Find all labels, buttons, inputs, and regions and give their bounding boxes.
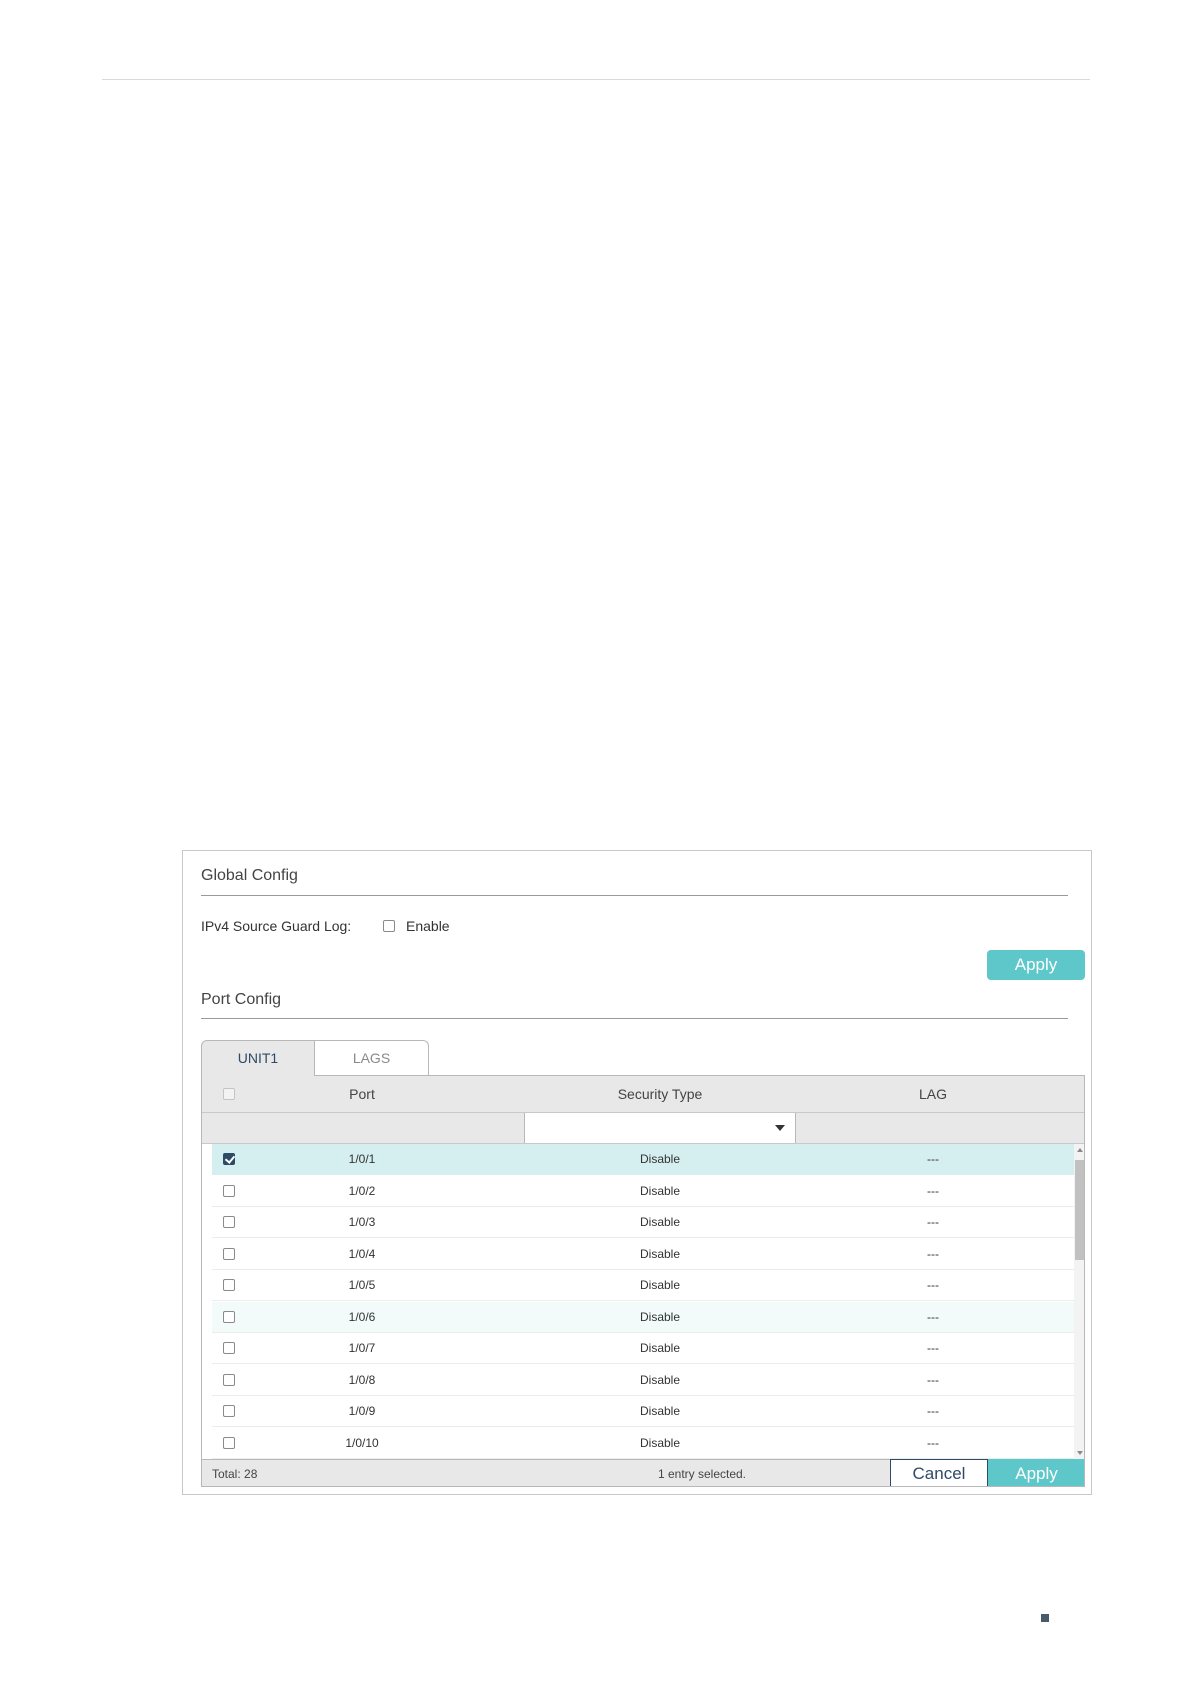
scroll-up-icon[interactable] bbox=[1077, 1148, 1083, 1152]
row-checkbox[interactable] bbox=[223, 1216, 235, 1228]
security-type-cell: Disable bbox=[639, 1435, 681, 1450]
table-row[interactable]: 1/0/6 Disable --- bbox=[212, 1301, 1074, 1333]
global-config-divider bbox=[201, 895, 1068, 896]
port-cell: 1/0/7 bbox=[348, 1341, 376, 1355]
lag-cell: --- bbox=[927, 1278, 939, 1292]
row-checkbox[interactable] bbox=[223, 1279, 235, 1291]
log-enable-checkbox[interactable] bbox=[383, 920, 395, 932]
row-checkbox[interactable] bbox=[223, 1247, 235, 1260]
scroll-down-icon[interactable] bbox=[1077, 1451, 1083, 1455]
table-scrollbar[interactable] bbox=[1074, 1144, 1084, 1459]
column-header-port: Port bbox=[349, 1086, 375, 1102]
table-body: 1/0/1 Disable --- 1/0/2 Disable --- 1/0/3 Disab… bbox=[212, 1144, 1074, 1459]
security-type-cell: Disable bbox=[639, 1309, 681, 1324]
security-type-cell: Disable bbox=[639, 1215, 681, 1229]
table-footer: Total: 28 1 entry selected. Cancel Apply bbox=[202, 1459, 1084, 1486]
row-checkbox[interactable] bbox=[223, 1405, 235, 1417]
port-cell: 1/0/2 bbox=[348, 1183, 376, 1198]
security-type-cell: Disable bbox=[639, 1372, 681, 1387]
lag-cell: --- bbox=[927, 1372, 939, 1387]
row-checkbox[interactable] bbox=[223, 1310, 235, 1323]
security-type-cell: Disable bbox=[639, 1404, 681, 1418]
security-type-cell: Disable bbox=[639, 1183, 681, 1198]
port-config-title: Port Config bbox=[201, 991, 282, 1008]
lag-cell: --- bbox=[927, 1215, 939, 1229]
table-row[interactable]: 1/0/4 Disable --- bbox=[212, 1239, 1074, 1270]
row-checkbox[interactable] bbox=[223, 1153, 235, 1165]
security-type-cell: Disable bbox=[639, 1341, 681, 1355]
row-checkbox[interactable] bbox=[223, 1342, 235, 1354]
row-checkbox[interactable] bbox=[223, 1436, 235, 1449]
table-header: Port Security Type LAG bbox=[202, 1076, 1084, 1113]
port-cell: 1/0/8 bbox=[348, 1372, 376, 1387]
table-row[interactable]: 1/0/1 Disable --- bbox=[212, 1144, 1074, 1175]
port-cell: 1/0/4 bbox=[348, 1246, 376, 1261]
column-header-lag: LAG bbox=[918, 1086, 947, 1102]
tab-unit1[interactable]: UNIT1 bbox=[201, 1040, 315, 1076]
cancel-button[interactable]: Cancel bbox=[890, 1459, 988, 1486]
port-cell: 1/0/5 bbox=[348, 1278, 376, 1292]
caret-down-icon bbox=[775, 1125, 785, 1131]
port-cell: 1/0/6 bbox=[348, 1309, 376, 1324]
log-label: IPv4 Source Guard Log: bbox=[201, 918, 352, 934]
ip-source-guard-panel: Global Config IPv4 Source Guard Log: Ena… bbox=[182, 850, 1092, 1495]
lag-cell: --- bbox=[927, 1341, 939, 1355]
security-type-cell: Disable bbox=[639, 1278, 681, 1292]
port-cell: 1/0/3 bbox=[348, 1215, 376, 1229]
table-row[interactable]: 1/0/8 Disable --- bbox=[212, 1365, 1074, 1396]
table-row[interactable]: 1/0/5 Disable --- bbox=[212, 1270, 1074, 1301]
lag-cell: --- bbox=[927, 1404, 939, 1418]
tab-lags[interactable]: LAGS bbox=[314, 1040, 429, 1075]
lag-cell: --- bbox=[927, 1183, 939, 1198]
table-row[interactable]: 1/0/10 Disable --- bbox=[212, 1428, 1074, 1459]
row-checkbox[interactable] bbox=[223, 1373, 235, 1386]
lag-cell: --- bbox=[927, 1152, 939, 1166]
scroll-thumb[interactable] bbox=[1075, 1160, 1084, 1260]
lag-cell: --- bbox=[927, 1246, 939, 1261]
selection-count: 1 entry selected. bbox=[657, 1467, 747, 1481]
global-apply-button[interactable]: Apply bbox=[987, 950, 1085, 980]
table-filter-row bbox=[202, 1113, 1084, 1144]
security-type-cell: Disable bbox=[639, 1246, 681, 1261]
security-type-cell: Disable bbox=[639, 1152, 681, 1166]
table-row[interactable]: 1/0/3 Disable --- bbox=[212, 1207, 1074, 1238]
port-config-divider bbox=[201, 1018, 1068, 1019]
port-apply-button[interactable]: Apply bbox=[988, 1459, 1084, 1486]
table-row[interactable]: 1/0/9 Disable --- bbox=[212, 1396, 1074, 1427]
table-row[interactable]: 1/0/2 Disable --- bbox=[212, 1176, 1074, 1207]
lag-cell: --- bbox=[927, 1309, 939, 1324]
log-enable-label[interactable]: Enable bbox=[406, 918, 450, 934]
table-row[interactable]: 1/0/7 Disable --- bbox=[212, 1333, 1074, 1364]
select-all-checkbox[interactable] bbox=[223, 1088, 235, 1100]
page-header-rule bbox=[102, 79, 1090, 80]
page-marker bbox=[1041, 1614, 1049, 1622]
port-table: Port Security Type LAG 1/0/1 Disable --- 1/… bbox=[201, 1075, 1085, 1487]
global-config-title: Global Config bbox=[201, 867, 298, 884]
port-cell: 1/0/9 bbox=[348, 1404, 376, 1418]
total-count: Total: 28 bbox=[212, 1467, 258, 1481]
security-type-select[interactable] bbox=[524, 1113, 796, 1143]
port-cell: 1/0/1 bbox=[348, 1152, 376, 1166]
lag-cell: --- bbox=[927, 1435, 939, 1450]
row-checkbox[interactable] bbox=[223, 1184, 235, 1197]
port-cell: 1/0/10 bbox=[345, 1435, 379, 1450]
column-header-security-type: Security Type bbox=[617, 1086, 703, 1102]
